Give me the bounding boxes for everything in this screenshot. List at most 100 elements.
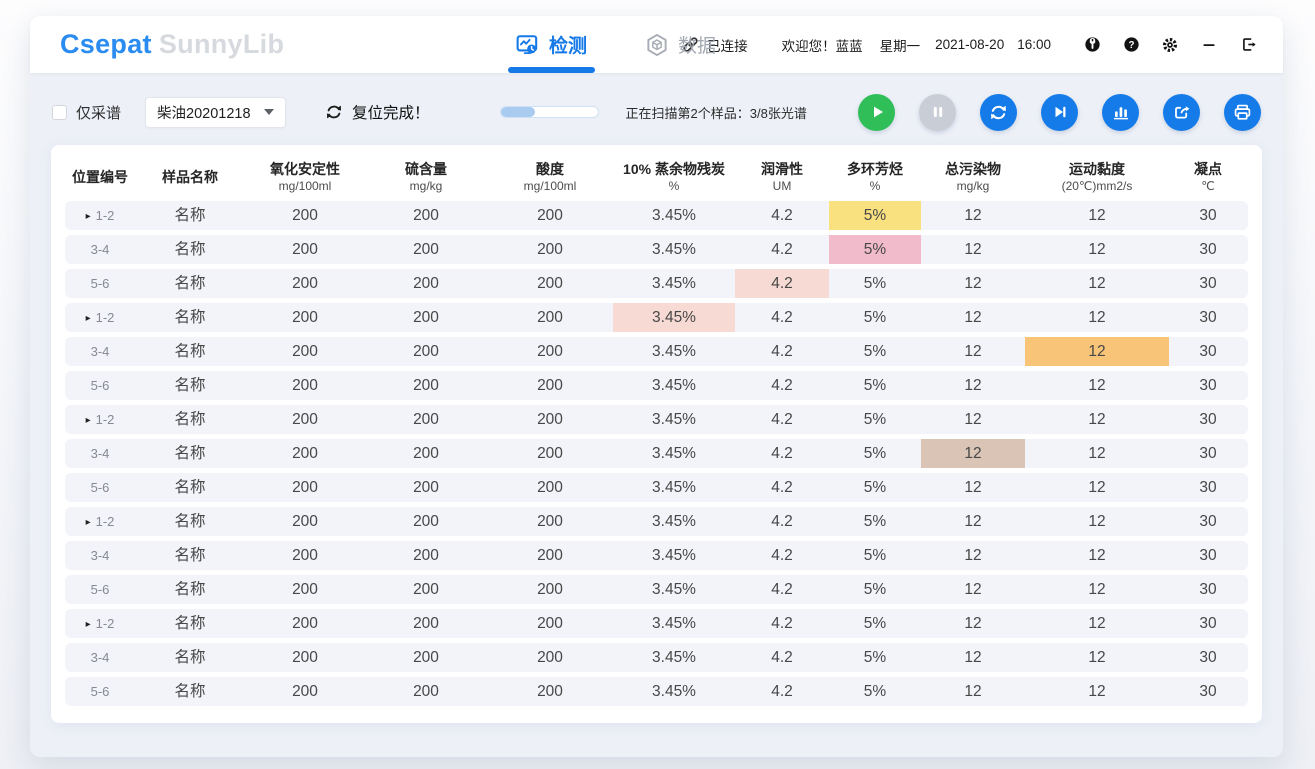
question-circle-icon: ? <box>1123 36 1140 53</box>
reset-button[interactable] <box>324 102 344 122</box>
table-row[interactable]: 5-6名称2002002003.45%4.25%121230 <box>65 575 1248 604</box>
table-row[interactable]: ▸1-2名称2002002003.45%4.25%121230 <box>65 405 1248 434</box>
sample-dropdown[interactable]: 柴油20201218 <box>145 97 286 128</box>
tool-button[interactable] <box>1083 36 1101 54</box>
settings-button[interactable] <box>1161 36 1179 54</box>
table-row[interactable]: 3-4名称2002002003.45%4.25%121230 <box>65 643 1248 672</box>
tab-detect[interactable]: 检测 <box>516 16 587 73</box>
tab-data[interactable]: 数据 <box>645 16 716 73</box>
column-label: 样品名称 <box>135 168 245 186</box>
table-cell: 30 <box>1169 541 1247 570</box>
table-cell: 5% <box>829 303 921 332</box>
exit-button[interactable] <box>1239 36 1257 54</box>
table-cell: 12 <box>921 405 1025 434</box>
minimize-button[interactable] <box>1200 36 1218 54</box>
table-cell: 12 <box>1025 201 1169 230</box>
table-cell: 4.2 <box>735 235 829 264</box>
table-cell: 30 <box>1169 201 1247 230</box>
start-button[interactable] <box>858 94 895 131</box>
table-header-row: 位置编号样品名称氧化安定性mg/100ml硫含量mg/kg酸度mg/100ml1… <box>65 153 1248 201</box>
table-row[interactable]: 3-4名称2002002003.45%4.25%121230 <box>65 541 1248 570</box>
column-header: 氧化安定性mg/100ml <box>245 160 365 194</box>
table-cell: 30 <box>1169 575 1247 604</box>
table-row[interactable]: ▸1-2名称2002002003.45%4.25%121230 <box>65 201 1248 230</box>
table-cell: 名称 <box>135 405 245 434</box>
expand-arrow-icon[interactable]: ▸ <box>86 313 91 324</box>
table-row[interactable]: 3-4名称2002002003.45%4.25%121230 <box>65 235 1248 264</box>
only-spectrum-checkbox[interactable]: 仅采谱 <box>52 102 121 123</box>
column-header: 多环芳烃% <box>829 160 921 194</box>
table-cell: 200 <box>245 439 365 468</box>
expand-arrow-icon[interactable]: ▸ <box>86 415 91 426</box>
position-cell: 5-6 <box>65 371 135 400</box>
table-cell: 5% <box>829 371 921 400</box>
table-row[interactable]: 5-6名称2002002003.45%4.25%121230 <box>65 473 1248 502</box>
table-cell: 4.2 <box>735 541 829 570</box>
table-cell: 12 <box>921 235 1025 264</box>
table-cell: 200 <box>245 371 365 400</box>
table-cell: 200 <box>245 643 365 672</box>
table-row[interactable]: ▸1-2名称2002002003.45%4.25%121230 <box>65 303 1248 332</box>
expand-arrow-icon[interactable]: ▸ <box>86 619 91 630</box>
skip-button[interactable] <box>1041 94 1078 131</box>
print-button[interactable] <box>1224 94 1261 131</box>
table-row[interactable]: ▸1-2名称2002002003.45%4.25%121230 <box>65 609 1248 638</box>
table-cell: 200 <box>365 541 487 570</box>
table-cell: 3.45% <box>613 575 735 604</box>
table-cell: 12 <box>1025 643 1169 672</box>
table-cell: 5% <box>829 507 921 536</box>
table-cell: 4.2 <box>735 609 829 638</box>
table-cell: 200 <box>365 507 487 536</box>
table-cell: 200 <box>487 473 613 502</box>
table-cell: 200 <box>245 507 365 536</box>
table-row[interactable]: 5-6名称2002002003.45%4.25%121230 <box>65 371 1248 400</box>
table-row[interactable]: 3-4名称2002002003.45%4.25%121230 <box>65 439 1248 468</box>
chart-button[interactable] <box>1102 94 1139 131</box>
table-cell: 5% <box>829 337 921 366</box>
minimize-icon <box>1201 37 1217 53</box>
table-cell: 30 <box>1169 473 1247 502</box>
highlighted-cell: 5% <box>829 235 921 264</box>
table-cell: 200 <box>245 609 365 638</box>
position-cell: 5-6 <box>65 575 135 604</box>
export-button[interactable] <box>1163 94 1200 131</box>
position-cell: 3-4 <box>65 541 135 570</box>
help-button[interactable]: ? <box>1122 36 1140 54</box>
table-cell: 名称 <box>135 371 245 400</box>
table-cell: 5% <box>829 643 921 672</box>
expand-arrow-icon[interactable]: ▸ <box>86 211 91 222</box>
table-row[interactable]: 5-6名称2002002003.45%4.25%121230 <box>65 677 1248 706</box>
table-cell: 3.45% <box>613 507 735 536</box>
expand-arrow-icon[interactable]: ▸ <box>86 517 91 528</box>
position-cell: ▸1-2 <box>65 405 135 434</box>
table-row[interactable]: 3-4名称2002002003.45%4.25%121230 <box>65 337 1248 366</box>
table-cell: 200 <box>487 677 613 706</box>
pause-button[interactable] <box>919 94 956 131</box>
table-cell: 200 <box>487 235 613 264</box>
column-unit: mg/100ml <box>487 179 613 194</box>
position-cell: ▸1-2 <box>65 609 135 638</box>
table-cell: 名称 <box>135 643 245 672</box>
column-header: 样品名称 <box>135 168 245 186</box>
table-cell: 12 <box>921 371 1025 400</box>
table-cell: 4.2 <box>735 473 829 502</box>
checkbox-box[interactable] <box>52 105 67 120</box>
table-cell: 名称 <box>135 507 245 536</box>
rescan-button[interactable] <box>980 94 1017 131</box>
position-cell: 3-4 <box>65 643 135 672</box>
column-header: 凝点℃ <box>1169 160 1247 194</box>
column-header: 总污染物mg/kg <box>921 160 1025 194</box>
tab-data-label: 数据 <box>678 31 716 58</box>
column-header: 位置编号 <box>65 168 135 186</box>
table-row[interactable]: 5-6名称2002002003.45%4.25%121230 <box>65 269 1248 298</box>
table-cell: 12 <box>921 507 1025 536</box>
table-cell: 4.2 <box>735 575 829 604</box>
table-cell: 12 <box>921 201 1025 230</box>
table-cell: 12 <box>1025 575 1169 604</box>
table-cell: 12 <box>1025 235 1169 264</box>
table-cell: 4.2 <box>735 201 829 230</box>
progress-fill <box>501 107 536 117</box>
table-row[interactable]: ▸1-2名称2002002003.45%4.25%121230 <box>65 507 1248 536</box>
position-cell: 3-4 <box>65 337 135 366</box>
table-cell: 200 <box>365 201 487 230</box>
